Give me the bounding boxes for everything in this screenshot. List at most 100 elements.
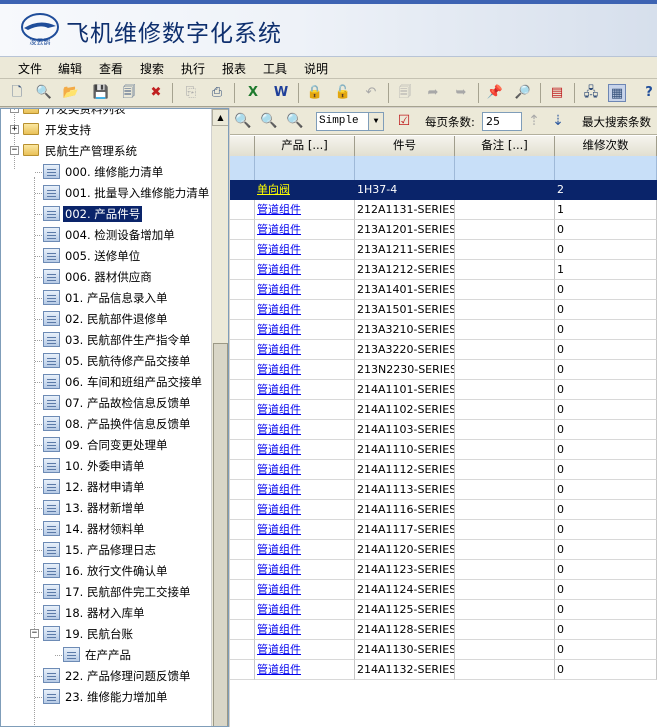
menu-report[interactable]: 报表: [222, 60, 246, 77]
row-indicator[interactable]: [230, 380, 255, 400]
column-header-product[interactable]: 产品 [...]: [255, 136, 355, 156]
row-indicator[interactable]: [230, 640, 255, 660]
tree-item[interactable]: − 19. 民航台账: [1, 624, 211, 644]
cell-product[interactable]: 管道组件: [255, 200, 355, 220]
page-size-input[interactable]: 25: [482, 112, 522, 131]
tree-item[interactable]: 06. 车间和班组产品交接单: [1, 372, 211, 392]
row-indicator[interactable]: [230, 220, 255, 240]
cell-product[interactable]: 管道组件: [255, 540, 355, 560]
cell-product[interactable]: 管道组件: [255, 400, 355, 420]
table-row[interactable]: 管道组件 214A1117-SERIES 0: [230, 520, 657, 540]
row-indicator[interactable]: [230, 400, 255, 420]
menu-tools[interactable]: 工具: [263, 60, 287, 77]
row-indicator[interactable]: [230, 660, 255, 680]
tree-folder-dev-docs[interactable]: + 开发类资料列表: [1, 109, 211, 119]
column-header-repair-count[interactable]: 维修次数: [555, 136, 657, 156]
table-row[interactable]: 管道组件 214A1128-SERIES 0: [230, 620, 657, 640]
tree-item[interactable]: 18. 器材入库单: [1, 603, 211, 623]
cell-product[interactable]: 管道组件: [255, 320, 355, 340]
cell-product[interactable]: 管道组件: [255, 440, 355, 460]
table-row[interactable]: 管道组件 214A1132-SERIES 0: [230, 660, 657, 680]
table-row[interactable]: 管道组件 214A1101-SERIES 0: [230, 380, 657, 400]
tree-item[interactable]: 001. 批量导入维修能力清单: [1, 183, 211, 203]
filter-cell-repair-count[interactable]: [555, 156, 657, 180]
table-row[interactable]: 管道组件 213A3210-SERIES 0: [230, 320, 657, 340]
cell-product[interactable]: 管道组件: [255, 660, 355, 680]
tree-item[interactable]: 14. 器材领料单: [1, 519, 211, 539]
print-icon[interactable]: ⎙: [208, 84, 226, 102]
tree-item[interactable]: 15. 产品修理日志: [1, 540, 211, 560]
tree-item[interactable]: 005. 送修单位: [1, 246, 211, 266]
tree-item[interactable]: 16. 放行文件确认单: [1, 561, 211, 581]
row-indicator[interactable]: [230, 560, 255, 580]
tree-item[interactable]: 004. 检测设备增加单: [1, 225, 211, 245]
cell-product[interactable]: 管道组件: [255, 420, 355, 440]
tree-item[interactable]: 09. 合同变更处理单: [1, 435, 211, 455]
table-row[interactable]: 管道组件 214A1120-SERIES 0: [230, 540, 657, 560]
row-indicator[interactable]: [230, 300, 255, 320]
menu-view[interactable]: 查看: [99, 60, 123, 77]
open-folder-icon[interactable]: 📂: [62, 84, 80, 102]
row-indicator[interactable]: [230, 280, 255, 300]
cell-product[interactable]: 管道组件: [255, 300, 355, 320]
help-icon[interactable]: ?: [640, 84, 657, 102]
tree-item[interactable]: 10. 外委申请单: [1, 456, 211, 476]
pin-icon[interactable]: 📌: [486, 84, 504, 102]
advanced-search-icon[interactable]: 🔍: [285, 112, 305, 130]
row-indicator[interactable]: [230, 200, 255, 220]
grid-view-icon[interactable]: ▦: [608, 84, 626, 102]
cell-product[interactable]: 管道组件: [255, 620, 355, 640]
row-indicator[interactable]: [230, 340, 255, 360]
row-indicator[interactable]: [230, 360, 255, 380]
tree-item[interactable]: 000. 维修能力清单: [1, 162, 211, 182]
excel-icon[interactable]: X: [244, 84, 262, 102]
row-indicator[interactable]: [230, 440, 255, 460]
chevron-down-icon[interactable]: ▼: [368, 113, 383, 130]
menu-execute[interactable]: 执行: [181, 60, 205, 77]
cell-product[interactable]: 管道组件: [255, 460, 355, 480]
tree-item[interactable]: 01. 产品信息录入单: [1, 288, 211, 308]
table-row[interactable]: 管道组件 212A1131-SERIES 1: [230, 200, 657, 220]
filter-row[interactable]: [230, 156, 657, 180]
tree-folder-civil-aviation[interactable]: − 民航生产管理系统: [1, 141, 211, 161]
cell-product[interactable]: 管道组件: [255, 520, 355, 540]
network-icon[interactable]: 🖧: [582, 84, 600, 102]
row-indicator[interactable]: [230, 500, 255, 520]
cell-product[interactable]: 管道组件: [255, 220, 355, 240]
table-row[interactable]: 管道组件 214A1110-SERIES 0: [230, 440, 657, 460]
filter-cell-part-number[interactable]: [355, 156, 455, 180]
print-setup-icon[interactable]: ▤: [548, 84, 566, 102]
table-row[interactable]: 管道组件 213N2230-SERIES 0: [230, 360, 657, 380]
cell-product[interactable]: 管道组件: [255, 640, 355, 660]
new-icon[interactable]: 🗋: [8, 84, 26, 102]
tree-item[interactable]: 在产产品: [1, 645, 211, 665]
cell-product[interactable]: 管道组件: [255, 340, 355, 360]
copy-icon[interactable]: ⎘: [182, 84, 200, 102]
cell-product[interactable]: 管道组件: [255, 380, 355, 400]
menu-search[interactable]: 搜索: [140, 60, 164, 77]
cell-product[interactable]: 管道组件: [255, 500, 355, 520]
row-indicator[interactable]: [230, 480, 255, 500]
table-row[interactable]: 管道组件 214A1123-SERIES 0: [230, 560, 657, 580]
table-row[interactable]: 管道组件 213A1211-SERIES 0: [230, 240, 657, 260]
tree-item[interactable]: 006. 器材供应商: [1, 267, 211, 287]
tree-item[interactable]: 13. 器材新增单: [1, 498, 211, 518]
copy-doc-icon[interactable]: 🗐: [396, 84, 414, 102]
filter-cell-product[interactable]: [255, 156, 355, 180]
delete-icon[interactable]: ✖: [147, 84, 165, 102]
row-indicator[interactable]: [230, 240, 255, 260]
table-row[interactable]: 管道组件 214A1130-SERIES 0: [230, 640, 657, 660]
search-mode-select[interactable]: Simple ▼: [316, 112, 384, 131]
clear-search-icon[interactable]: 🔍: [259, 112, 279, 130]
scroll-thumb[interactable]: [213, 343, 228, 726]
tree-item[interactable]: 05. 民航待修产品交接单: [1, 351, 211, 371]
tree-folder-dev-support[interactable]: + 开发支持: [1, 120, 211, 140]
zoom-search-icon[interactable]: 🔍: [233, 112, 253, 130]
column-header-note[interactable]: 备注 [...]: [455, 136, 555, 156]
table-row[interactable]: 管道组件 213A1212-SERIES 1: [230, 260, 657, 280]
tree-item[interactable]: 23. 维修能力增加单: [1, 687, 211, 707]
sort-ascending-icon[interactable]: ⇡: [524, 112, 544, 130]
undo-icon[interactable]: ↶: [362, 84, 380, 102]
menu-file[interactable]: 文件: [18, 60, 42, 77]
tree-item[interactable]: 02. 民航部件退修单: [1, 309, 211, 329]
